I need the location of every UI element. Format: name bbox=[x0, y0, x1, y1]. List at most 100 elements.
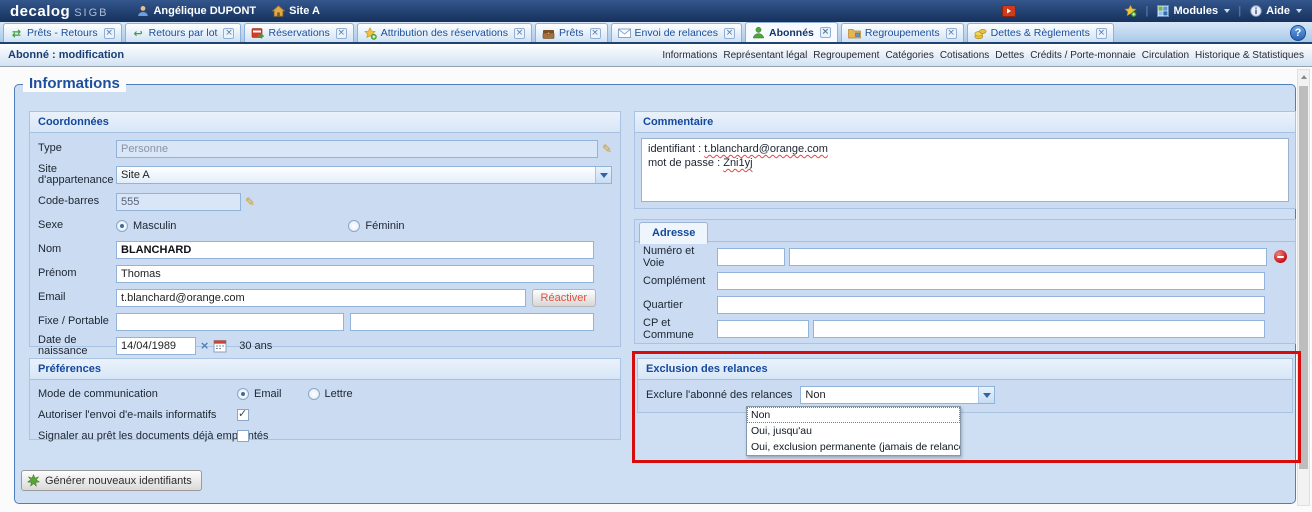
tab-close-icon[interactable] bbox=[514, 28, 525, 39]
phone-label: Fixe / Portable bbox=[38, 316, 116, 327]
tab-close-icon[interactable] bbox=[590, 28, 601, 39]
comment-textarea[interactable]: identifiant : t.blanchard@orange.com mot… bbox=[641, 138, 1289, 202]
tab-envoi-relances[interactable]: Envoi de relances bbox=[611, 23, 742, 42]
exclusion-row: Exclure l'abonné des relances Non bbox=[646, 386, 1284, 404]
exclusion-select[interactable]: Non bbox=[800, 386, 995, 404]
type-input[interactable] bbox=[116, 140, 598, 158]
prenom-field-row: Prénom bbox=[38, 264, 612, 283]
dropdown-option-permanente[interactable]: Oui, exclusion permanente (jamais de rel… bbox=[747, 439, 960, 455]
numero-input[interactable] bbox=[717, 248, 785, 266]
phone-field-row: Fixe / Portable bbox=[38, 312, 612, 331]
favorites-star-icon[interactable] bbox=[1124, 5, 1137, 18]
subnav-link-categories[interactable]: Catégories bbox=[885, 50, 933, 61]
tab-regroupements[interactable]: Regroupements bbox=[841, 23, 964, 42]
tab-adresse[interactable]: Adresse bbox=[639, 222, 708, 244]
subnav-link-historique-statistiques[interactable]: Historique & Statistiques bbox=[1195, 50, 1304, 61]
commune-input[interactable] bbox=[813, 320, 1265, 338]
phone-fixe-input[interactable] bbox=[116, 313, 344, 331]
nom-label: Nom bbox=[38, 244, 116, 255]
delete-address-icon[interactable] bbox=[1274, 250, 1287, 263]
quartier-input[interactable] bbox=[717, 296, 1265, 314]
phone-portable-input[interactable] bbox=[350, 313, 594, 331]
comment-line-1: identifiant : t.blanchard@orange.com bbox=[648, 142, 1282, 156]
radio-feminin-label: Féminin bbox=[365, 220, 404, 232]
tab-retours-par-lot[interactable]: Retours par lot bbox=[125, 23, 242, 42]
info-icon bbox=[1249, 5, 1262, 18]
subnav-link-informations[interactable]: Informations bbox=[662, 50, 717, 61]
subnav-link-dettes[interactable]: Dettes bbox=[995, 50, 1024, 61]
help-button[interactable]: ? bbox=[1290, 25, 1306, 41]
user-name: Angélique DUPONT bbox=[153, 5, 256, 17]
subnav-link-regroupement[interactable]: Regroupement bbox=[813, 50, 879, 61]
tab-abonnes[interactable]: Abonnés bbox=[745, 22, 838, 42]
cp-commune-row: CP et Commune bbox=[643, 319, 1287, 338]
tab-attribution-reservations[interactable]: Attribution des réservations bbox=[357, 23, 532, 42]
site-name: Site A bbox=[289, 5, 320, 17]
radio-email[interactable] bbox=[237, 388, 249, 400]
radio-email-label: Email bbox=[254, 388, 282, 400]
modules-menu[interactable]: Modules bbox=[1156, 5, 1230, 18]
subnav-link-representant-legal[interactable]: Représentant légal bbox=[723, 50, 807, 61]
help-menu[interactable]: Aide bbox=[1249, 5, 1302, 18]
site-select-value: Site A bbox=[117, 169, 595, 181]
dropdown-option-non[interactable]: Non bbox=[747, 407, 960, 423]
decalog-logo: decalogSIGB bbox=[10, 3, 108, 20]
type-field-row: Type bbox=[38, 139, 612, 158]
current-user[interactable]: Angélique DUPONT bbox=[136, 5, 256, 18]
tab-close-icon[interactable] bbox=[724, 28, 735, 39]
logout-icon[interactable] bbox=[1002, 5, 1016, 17]
emails-info-row: Autoriser l'envoi d'e-mails informatifs bbox=[38, 407, 612, 423]
sexe-label: Sexe bbox=[38, 220, 116, 231]
complement-input[interactable] bbox=[717, 272, 1265, 290]
generate-credentials-button[interactable]: Générer nouveaux identifiants bbox=[21, 470, 202, 491]
dropdown-option-jusquau[interactable]: Oui, jusqu'au bbox=[747, 423, 960, 439]
vertical-scrollbar[interactable] bbox=[1297, 69, 1310, 506]
tab-reservations[interactable]: Réservations bbox=[244, 23, 353, 42]
tab-close-icon[interactable] bbox=[820, 27, 831, 38]
calendar-icon[interactable] bbox=[213, 339, 227, 353]
emails-info-checkbox[interactable] bbox=[237, 409, 249, 421]
cp-input[interactable] bbox=[717, 320, 809, 338]
tab-dettes-reglements[interactable]: Dettes & Règlements bbox=[967, 23, 1114, 42]
tab-close-icon[interactable] bbox=[104, 28, 115, 39]
tab-close-icon[interactable] bbox=[336, 28, 347, 39]
current-site[interactable]: Site A bbox=[272, 5, 320, 18]
site-select[interactable]: Site A bbox=[116, 166, 612, 184]
scroll-up-arrow[interactable] bbox=[1298, 70, 1309, 83]
comment-line-2: mot de passe : Zni1yj bbox=[648, 156, 1282, 170]
logo-text: decalog bbox=[10, 3, 70, 20]
tab-close-icon[interactable] bbox=[1096, 28, 1107, 39]
subnav-link-circulation[interactable]: Circulation bbox=[1142, 50, 1189, 61]
fieldset-title: Informations bbox=[23, 75, 126, 92]
tab-label: Dettes & Règlements bbox=[991, 27, 1090, 39]
tab-close-icon[interactable] bbox=[946, 28, 957, 39]
radio-feminin[interactable] bbox=[348, 220, 360, 232]
subnav-link-cotisations[interactable]: Cotisations bbox=[940, 50, 989, 61]
already-borrowed-checkbox[interactable] bbox=[237, 430, 249, 442]
panel-title: Préférences bbox=[30, 359, 620, 380]
exclusion-panel: Exclusion des relances Exclure l'abonné … bbox=[637, 358, 1293, 413]
edit-pencil-icon[interactable] bbox=[602, 142, 612, 156]
edit-pencil-icon[interactable] bbox=[245, 195, 255, 209]
email-field-row: Email Réactiver bbox=[38, 288, 612, 307]
subnav-link-credits-porte-monnaie[interactable]: Crédits / Porte-monnaie bbox=[1030, 50, 1136, 61]
site-label: Site d'appartenance bbox=[38, 164, 116, 186]
voie-input[interactable] bbox=[789, 248, 1267, 266]
tab-prets-retours[interactable]: Prêts - Retours bbox=[3, 23, 122, 42]
clear-date-icon[interactable]: × bbox=[200, 339, 209, 352]
radio-lettre[interactable] bbox=[308, 388, 320, 400]
radio-masculin[interactable] bbox=[116, 220, 128, 232]
tab-prets[interactable]: Prêts bbox=[535, 23, 608, 42]
radio-masculin-label: Masculin bbox=[133, 220, 176, 232]
barcode-input[interactable] bbox=[116, 193, 241, 211]
reactivate-email-button[interactable]: Réactiver bbox=[532, 289, 596, 307]
nom-field-row: Nom bbox=[38, 240, 612, 259]
preferences-panel: Préférences Mode de communication Email … bbox=[29, 358, 621, 440]
dob-input[interactable] bbox=[116, 337, 196, 355]
prenom-input[interactable] bbox=[116, 265, 594, 283]
scrollbar-thumb[interactable] bbox=[1299, 86, 1308, 469]
radio-lettre-label: Lettre bbox=[325, 388, 353, 400]
email-input[interactable] bbox=[116, 289, 526, 307]
nom-input[interactable] bbox=[116, 241, 594, 259]
tab-close-icon[interactable] bbox=[223, 28, 234, 39]
